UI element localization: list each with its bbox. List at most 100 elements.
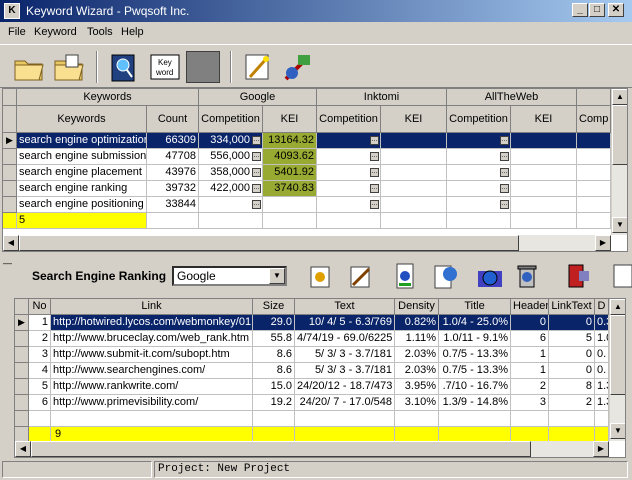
ellipsis-button[interactable]: … [370,168,379,177]
title-cell[interactable]: .7/10 - 16.7% [439,379,511,395]
d-cell[interactable]: 1.0 [595,331,609,347]
link-cell[interactable]: http://www.rankwrite.com/ [51,379,253,395]
ranking-grid[interactable]: No Link Size Text Density Title Header LinkText… [14,298,626,458]
linktext-cell[interactable]: 0 [549,363,595,379]
count-cell[interactable]: 43976 [147,165,199,181]
ellipsis-button[interactable]: … [500,168,509,177]
title-cell[interactable]: 0.7/5 - 13.3% [439,363,511,379]
col-comp[interactable]: Comp [577,106,611,133]
d-cell[interactable]: 0. [595,347,609,363]
text-cell[interactable]: 5/ 3/ 3 - 3.7/181 [295,347,395,363]
col-inktomi-competition[interactable]: Competition [317,106,381,133]
linktext-cell[interactable]: 0 [549,347,595,363]
edit-report-icon[interactable] [345,261,375,291]
scroll-right-icon[interactable]: ▶ [593,441,609,457]
keywords-grid[interactable]: Keywords Google Inktomi AllTheWeb Keywords Co… [2,88,628,252]
maximize-button[interactable]: □ [589,3,605,17]
text-cell[interactable]: 5/ 3/ 3 - 3.7/181 [295,363,395,379]
comp-cell[interactable] [577,133,611,149]
size-cell[interactable]: 8.6 [253,363,295,379]
keyword-cell[interactable]: search engine placement [17,165,147,181]
density-cell[interactable]: 0.82% [395,315,439,331]
google-kei-cell[interactable]: 13164.32 [263,133,317,149]
size-cell[interactable]: 15.0 [253,379,295,395]
keyword-cell[interactable]: search engine optimization [17,133,147,149]
header-cell[interactable]: 1 [511,347,549,363]
report-icon[interactable] [305,261,335,291]
ranking-vscrollbar[interactable]: ▲ ▼ [609,299,625,441]
google-kei-cell[interactable]: 3740.83 [263,181,317,197]
d-cell[interactable]: 0.3 [595,315,609,331]
keyword-icon[interactable]: Key word [148,51,182,83]
col-size[interactable]: Size [253,299,295,315]
alltheweb-competition-cell[interactable]: … [447,133,511,149]
linktext-cell[interactable]: 5 [549,331,595,347]
no-cell[interactable]: 1 [29,315,51,331]
linktext-cell[interactable]: 2 [549,395,595,411]
close-button[interactable]: ✕ [608,3,624,17]
google-kei-cell[interactable]: 4093.62 [263,149,317,165]
size-cell[interactable]: 29.0 [253,315,295,331]
col-inktomi-kei[interactable]: KEI [381,106,447,133]
count-cell[interactable]: 39732 [147,181,199,197]
menu-help[interactable]: Help [121,26,144,38]
ellipsis-button[interactable]: … [500,184,509,193]
col-header[interactable]: Header [511,299,549,315]
header-cell[interactable]: 2 [511,379,549,395]
scroll-thumb[interactable] [612,105,627,165]
inktomi-kei-cell[interactable] [381,149,447,165]
keyword-cell[interactable]: search engine ranking [17,181,147,197]
inktomi-competition-cell[interactable]: … [317,165,381,181]
inktomi-competition-cell[interactable]: … [317,197,381,213]
ellipsis-button[interactable]: … [500,152,509,161]
link-cell[interactable]: http://www.searchengines.com/ [51,363,253,379]
count-cell[interactable]: 47708 [147,149,199,165]
inktomi-competition-cell[interactable]: … [317,133,381,149]
scroll-thumb[interactable] [19,235,519,251]
scroll-up-icon[interactable]: ▲ [612,89,627,105]
inktomi-kei-cell[interactable] [381,165,447,181]
text-cell[interactable]: 10/ 4/ 5 - 6.3/769 [295,315,395,331]
ellipsis-button[interactable]: … [370,184,379,193]
comp-cell[interactable] [577,149,611,165]
scroll-right-icon[interactable]: ▶ [595,235,611,251]
inktomi-kei-cell[interactable] [381,133,447,149]
web-icon[interactable] [430,261,460,291]
title-cell[interactable]: 0.7/5 - 13.3% [439,347,511,363]
scroll-down-icon[interactable]: ▼ [610,423,625,439]
scroll-left-icon[interactable]: ◀ [15,441,31,457]
ellipsis-button[interactable]: … [252,152,261,161]
no-cell[interactable]: 4 [29,363,51,379]
header-cell[interactable]: 3 [511,395,549,411]
density-cell[interactable]: 3.10% [395,395,439,411]
open-project-icon[interactable] [52,51,86,83]
col-link[interactable]: Link [51,299,253,315]
chevron-down-icon[interactable]: ▼ [269,268,285,284]
link-cell[interactable]: http://hotwired.lycos.com/webmonkey/01 [51,315,253,331]
alltheweb-kei-cell[interactable] [511,197,577,213]
splitter-handle[interactable]: — [3,258,12,268]
linktext-cell[interactable]: 8 [549,379,595,395]
inktomi-kei-cell[interactable] [381,197,447,213]
ellipsis-button[interactable]: … [370,136,379,145]
engine-select[interactable]: Google ▼ [172,266,287,286]
col-alltheweb-kei[interactable]: KEI [511,106,577,133]
count-cell[interactable]: 33844 [147,197,199,213]
d-cell[interactable]: 1.3 [595,395,609,411]
ellipsis-button[interactable]: … [500,136,509,145]
inktomi-competition-cell[interactable]: … [317,149,381,165]
keyword-cell[interactable]: search engine positioning [17,197,147,213]
no-cell[interactable]: 5 [29,379,51,395]
ellipsis-button[interactable]: … [252,200,261,209]
alltheweb-kei-cell[interactable] [511,133,577,149]
density-cell[interactable]: 2.03% [395,347,439,363]
keyword-cell[interactable]: search engine submission [17,149,147,165]
link-cell[interactable]: http://www.bruceclay.com/web_rank.htm [51,331,253,347]
google-competition-cell[interactable]: 422,000… [199,181,263,197]
alltheweb-kei-cell[interactable] [511,165,577,181]
inktomi-kei-cell[interactable] [381,181,447,197]
menu-file[interactable]: File [8,26,26,38]
col-indicator[interactable] [3,106,17,133]
alltheweb-competition-cell[interactable]: … [447,149,511,165]
ellipsis-button[interactable]: … [370,200,379,209]
